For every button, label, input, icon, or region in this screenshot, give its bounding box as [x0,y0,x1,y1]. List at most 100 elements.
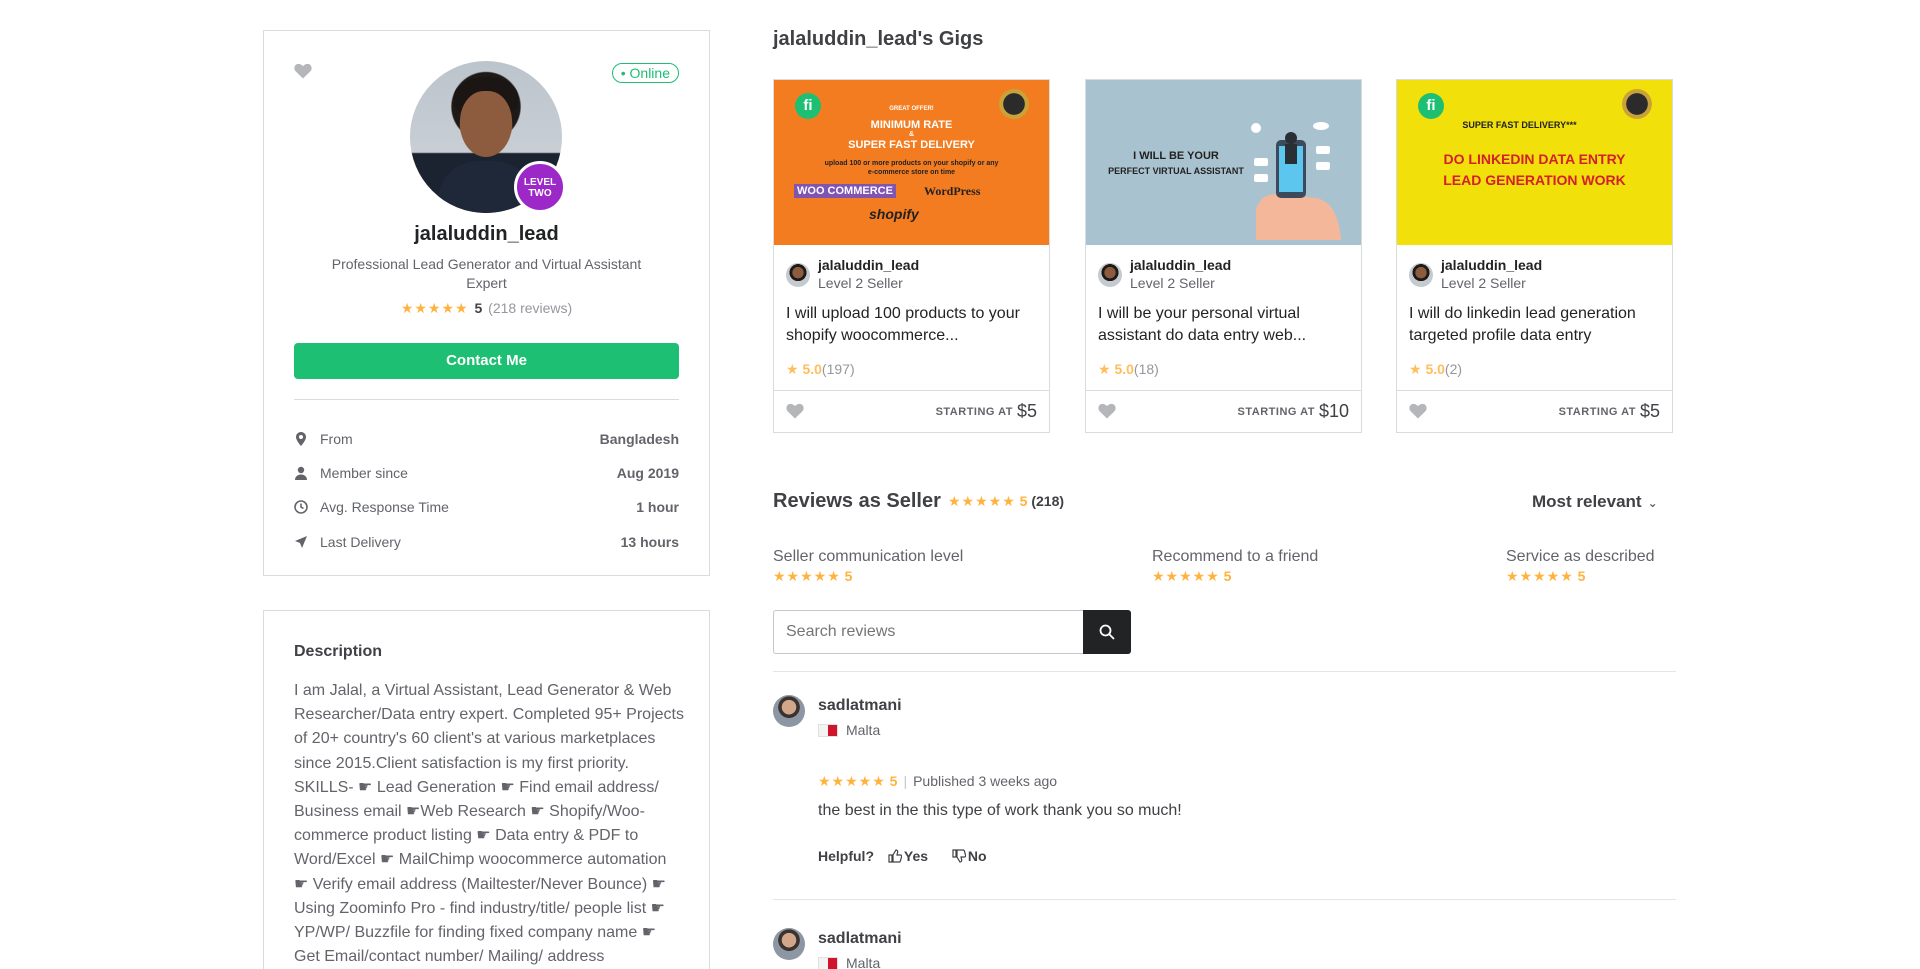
star-rating-icon: ★★★★★ [400,300,469,316]
yes-label: Yes [903,848,929,864]
online-status-badge: • Online [611,63,679,83]
gig-price[interactable]: STARTING AT $5 [936,401,1037,422]
gig-rating-count: (197) [821,361,855,377]
review-date: Published 3 weeks ago [913,773,1058,789]
stat-value: 13 hours [620,534,679,550]
gig-title-link[interactable]: I will do linkedin lead generation targe… [1409,303,1659,347]
chevron-down-icon: ⌄ [1647,496,1658,510]
level-badge-text: LEVEL TWO [523,177,557,199]
heart-icon[interactable] [786,403,804,419]
location-pin-icon [296,432,306,446]
seller-mini-avatar [1409,263,1433,287]
divider [294,399,679,400]
gig-image-text: I WILL BE YOUR [1133,150,1219,162]
divider [773,671,1676,672]
seller-mini-avatar [786,263,810,287]
metric-label: Seller communication level [773,548,964,565]
gig-title-link[interactable]: I will upload 100 products to your shopi… [786,303,1036,347]
seller-mini-avatar [1098,263,1122,287]
stat-response-time: Avg. Response Time 1 hour [294,498,679,518]
level-two-badge: LEVEL TWO [514,161,566,213]
gig-rating-value: 5.0 [802,361,822,377]
gig-image-text: LEAD GENERATION WORK [1443,172,1626,188]
metric-label: Service as described [1506,548,1655,565]
search-button[interactable] [1083,610,1131,654]
thumbs-up-icon [888,849,902,863]
gig-footer: STARTING AT $10 [1086,390,1361,432]
metric-value: 5 [1577,568,1586,584]
heart-icon[interactable] [1409,403,1427,419]
description-card: Description I am Jalal, a Virtual Assist… [263,610,710,969]
metric-value: 5 [1223,568,1232,584]
gig-image-text: GREAT OFFER! [889,106,934,112]
stat-label: Last Delivery [320,534,401,550]
seller-username[interactable]: jalaluddin_lead [264,223,709,246]
review-count[interactable]: (218 reviews) [488,300,572,316]
rating-score: 5 [1019,493,1028,509]
gigs-section-title: jalaluddin_lead's Gigs [773,28,984,50]
country-name: Malta [846,955,881,969]
stat-label: From [320,431,353,447]
gig-image-text: e-commerce store on time [867,169,956,176]
metric-communication: Seller communication level ★★★★★ 5 [773,548,963,585]
metric-recommend: Recommend to a friend ★★★★★ 5 [1152,548,1318,585]
star-icon: ★ [786,361,799,377]
no-label: No [967,848,987,864]
review-rating: ★★★★★ 5 | Published 3 weeks ago [818,773,1058,789]
helpful-yes-button[interactable]: Yes [888,848,938,864]
gig-price[interactable]: STARTING AT $5 [1559,401,1660,422]
price-value: $5 [1639,401,1660,421]
heart-icon[interactable] [1098,403,1116,419]
thumbs-down-icon [952,849,966,863]
seller-tagline: Professional Lead Generator and Virtual … [331,256,642,291]
gig-card[interactable]: I WILL BE YOUR PERFECT VIRTUAL ASSISTANT… [1085,79,1362,433]
gig-seller-level: Level 2 Seller [1130,275,1215,291]
gig-title-link[interactable]: I will be your personal virtual assistan… [1098,303,1348,347]
gig-image-text: & [908,131,915,138]
user-icon [295,466,307,480]
heart-icon[interactable] [294,63,312,79]
country-name: Malta [846,722,881,738]
gig-image-text: MINIMUM RATE [870,119,953,131]
sort-dropdown[interactable]: Most relevant ⌄ [1532,492,1658,512]
stat-value: 1 hour [636,499,679,515]
star-icon: ★ [1098,361,1111,377]
gig-rating-count: (18) [1133,361,1159,377]
reviewer-avatar [773,695,805,727]
badge-seal-icon [1622,89,1652,119]
phone-hand-illustration [1251,122,1341,240]
gig-rating-value: 5.0 [1114,361,1134,377]
seller-avatar[interactable]: LEVEL TWO [410,61,566,213]
search-reviews-input[interactable] [773,610,1083,654]
gig-rating-value: 5.0 [1425,361,1445,377]
gig-thumbnail[interactable]: fi SUPER FAST DELIVERY*** DO LINKEDIN DA… [1397,80,1672,245]
stat-member-since: Member since Aug 2019 [294,464,679,484]
metric-value: 5 [844,568,853,584]
gig-thumbnail[interactable]: fi GREAT OFFER! MINIMUM RATE & SUPER FAS… [774,80,1049,245]
gig-seller-name[interactable]: jalaluddin_lead [1130,257,1231,273]
gig-card[interactable]: fi GREAT OFFER! MINIMUM RATE & SUPER FAS… [773,79,1050,433]
review-score: 5 [889,773,898,789]
search-icon [1099,624,1115,640]
reviews-section-title: Reviews as Seller [773,490,941,512]
reviewer-name: sadlatmani [818,697,902,714]
gig-seller-name[interactable]: jalaluddin_lead [818,257,919,273]
description-text: I am Jalal, a Virtual Assistant, Lead Ge… [294,682,684,966]
contact-me-button[interactable]: Contact Me [294,343,679,379]
stat-label: Avg. Response Time [320,499,449,515]
badge-seal-icon [999,89,1029,119]
gig-price[interactable]: STARTING AT $10 [1238,401,1349,422]
reviewer-name: sadlatmani [818,930,902,947]
stat-label: Member since [320,465,408,481]
gig-seller-name[interactable]: jalaluddin_lead [1441,257,1542,273]
malta-flag-icon [818,957,838,969]
gig-card[interactable]: fi SUPER FAST DELIVERY*** DO LINKEDIN DA… [1396,79,1673,433]
star-rating-icon: ★★★★★ [1152,568,1220,584]
helpful-row: Helpful? Yes No [818,848,1007,864]
gig-image-text: upload 100 or more products on your shop… [824,160,999,167]
gig-thumbnail[interactable]: I WILL BE YOUR PERFECT VIRTUAL ASSISTANT [1086,80,1361,245]
starting-at-label: STARTING AT [1558,406,1636,418]
helpful-no-button[interactable]: No [952,848,997,864]
gig-image-text: WOO COMMERCE [794,184,896,198]
gig-image-text: shopify [869,206,919,222]
